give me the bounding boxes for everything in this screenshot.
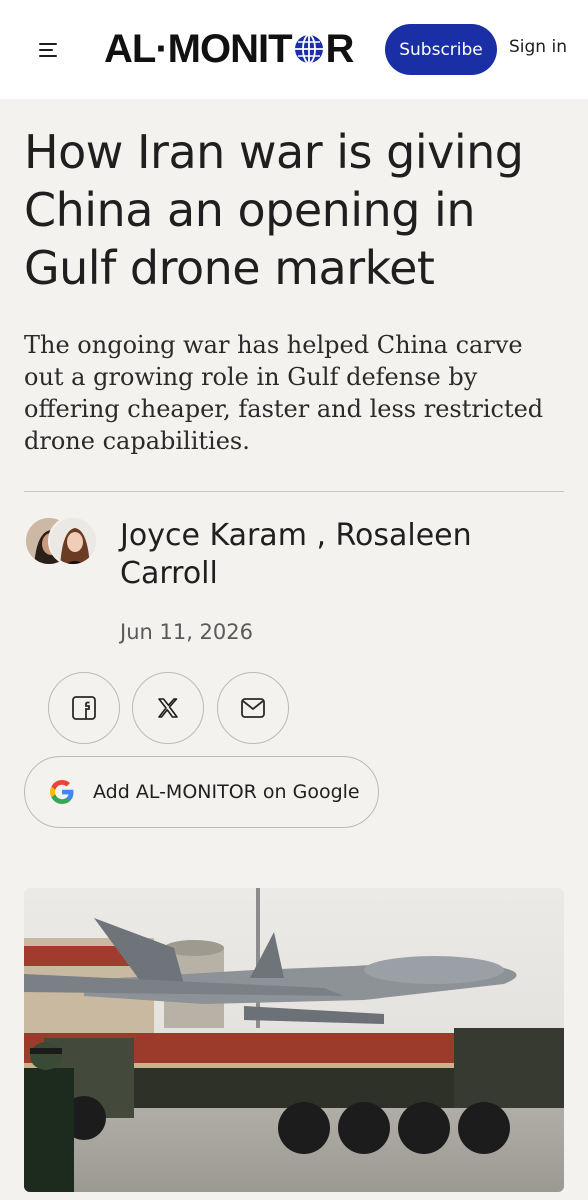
avatar: [48, 516, 98, 566]
hamburger-menu-icon[interactable]: [39, 42, 59, 58]
add-on-google-label: Add AL-MONITOR on Google: [93, 781, 360, 803]
drone-parade-photo: [24, 888, 564, 1192]
globe-icon: [294, 34, 323, 64]
site-logo[interactable]: AL·MONIT R: [104, 26, 355, 71]
publish-date: Jun 11, 2026: [120, 620, 254, 644]
author-names[interactable]: Joyce Karam , Rosaleen Carroll: [120, 517, 560, 593]
share-email-button[interactable]: [217, 672, 289, 744]
mail-icon: [241, 698, 265, 718]
article-dek: The ongoing war has helped China carve o…: [24, 331, 544, 455]
share-x-button[interactable]: [132, 672, 204, 744]
site-header: AL·MONIT R Subscribe Sign in: [0, 0, 588, 99]
logo-text-right: R: [325, 26, 355, 71]
google-icon: [50, 780, 74, 804]
add-on-google-button[interactable]: Add AL-MONITOR on Google: [24, 756, 379, 828]
facebook-icon: [72, 696, 96, 720]
author-avatars[interactable]: [24, 516, 100, 566]
sign-in-link[interactable]: Sign in: [509, 37, 567, 57]
subscribe-button[interactable]: Subscribe: [385, 24, 497, 75]
logo-text-left: AL·MONIT: [104, 26, 293, 71]
article-headline: How Iran war is giving China an opening …: [24, 125, 524, 295]
hero-image[interactable]: [24, 888, 564, 1192]
x-icon: [158, 698, 178, 718]
share-facebook-button[interactable]: [48, 672, 120, 744]
divider: [24, 491, 564, 492]
